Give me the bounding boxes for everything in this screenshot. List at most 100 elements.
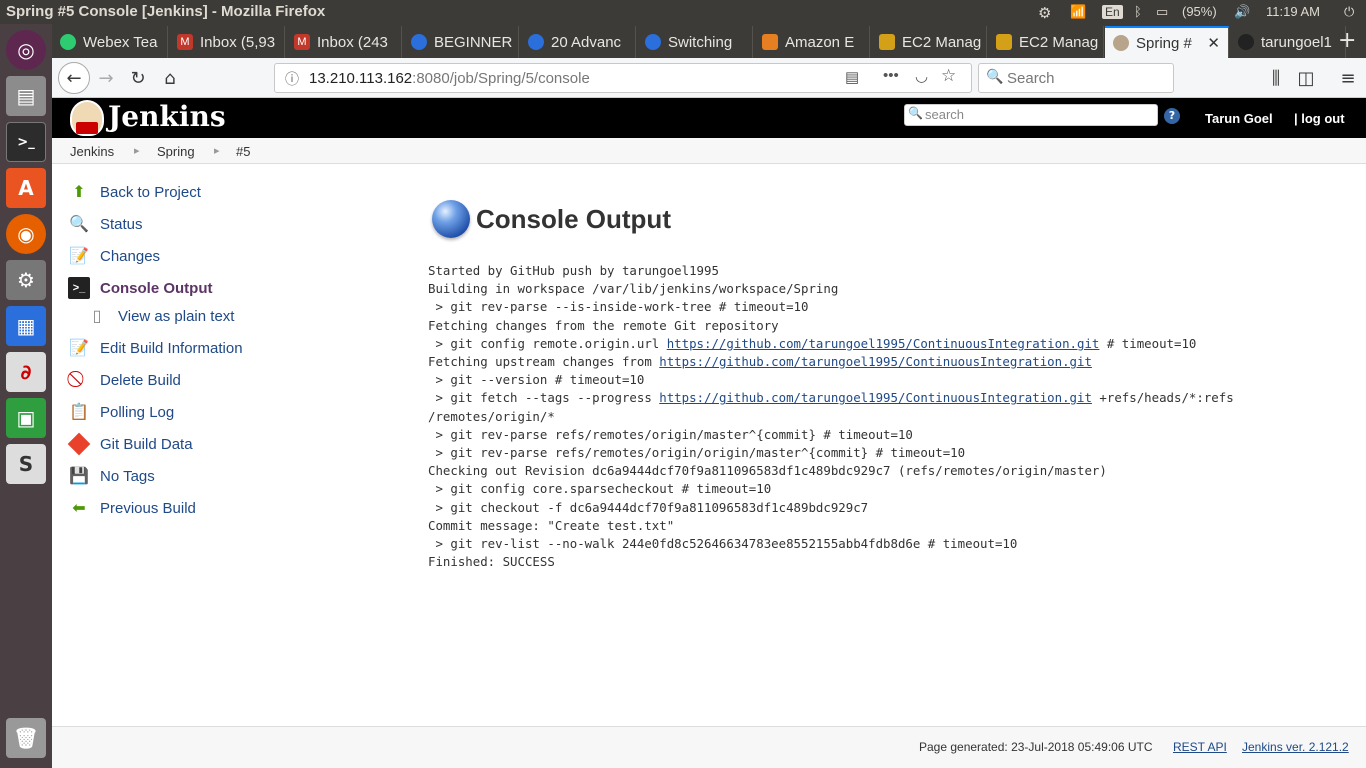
gmail-icon: M	[294, 34, 310, 50]
slack-icon[interactable]: S	[6, 444, 46, 484]
sidebar-item-label: Delete Build	[100, 371, 181, 389]
bookmark-star-icon[interactable]: ☆	[941, 66, 956, 86]
bluetooth-icon[interactable]: ᛒ	[1134, 4, 1142, 19]
notepad-icon: 📝	[69, 340, 89, 357]
sidebar-item-label: Console Output	[100, 279, 213, 297]
browser-tab[interactable]: Webex Tea	[52, 26, 168, 58]
os-top-bar: Spring #5 Console [Jenkins] - Mozilla Fi…	[0, 0, 1366, 24]
sidebar-item-back-to-project[interactable]: ⬆ Back to Project	[68, 180, 201, 204]
breadcrumb-build[interactable]: #5	[236, 144, 250, 159]
console-text: Started by GitHub push by tarungoel1995	[428, 263, 719, 278]
jenkins-version-link[interactable]: Jenkins ver. 2.121.2	[1242, 740, 1349, 754]
jenkins-header: Jenkins search 🔍 ? Tarun Goel | log out	[52, 98, 1366, 138]
console-line: > git config core.sparsecheckout # timeo…	[428, 480, 1328, 498]
browser-tab[interactable]: BEGINNER	[403, 26, 519, 58]
software-center-icon[interactable]: A	[6, 168, 46, 208]
new-tab-button[interactable]: +	[1338, 28, 1356, 53]
repository-link[interactable]: https://github.com/tarungoel1995/Continu…	[659, 390, 1092, 405]
user-link[interactable]: Tarun Goel	[1205, 111, 1273, 126]
firefox-icon[interactable]: ◉	[6, 214, 46, 254]
settings-tray-icon[interactable]: ⚙	[1038, 4, 1051, 22]
page-icon	[528, 34, 544, 50]
language-indicator[interactable]: En	[1102, 4, 1123, 19]
sidebar-item-label: Polling Log	[100, 403, 175, 421]
forward-button[interactable]: →	[92, 64, 120, 92]
sidebar-item-edit-build-information[interactable]: 📝 Edit Build Information	[68, 336, 243, 360]
webex-icon	[60, 34, 76, 50]
back-button[interactable]: ←	[58, 62, 90, 94]
sidebar-item-changes[interactable]: 📝 Changes	[68, 244, 160, 268]
help-icon[interactable]: ?	[1164, 108, 1180, 124]
system-settings-icon[interactable]: ⚙	[6, 260, 46, 300]
console-text: /remotes/origin/*	[428, 408, 555, 424]
jenkins-logo[interactable]: Jenkins	[108, 100, 226, 133]
sidebar-item-delete-build[interactable]: ⃠ Delete Build	[68, 368, 181, 392]
sidebar-item-console-output[interactable]: >_ Console Output	[68, 276, 213, 300]
url-bar[interactable]: ⓘ 13.210.113.162:8080/job/Spring/5/conso…	[274, 63, 972, 93]
tab-label: 20 Advanc	[551, 33, 622, 51]
remote-desktop-icon[interactable]: ▣	[6, 398, 46, 438]
sidebar-item-git-build-data[interactable]: Git Build Data	[67, 432, 193, 456]
launcher: ◎ ▤ >_ A ◉ ⚙ ▦ ∂ ▣ S 🗑	[0, 24, 52, 768]
trash-icon[interactable]: 🗑	[6, 718, 46, 758]
repository-link[interactable]: https://github.com/tarungoel1995/Continu…	[659, 354, 1092, 369]
browser-tab[interactable]: Amazon E	[754, 26, 870, 58]
console-text: Fetching upstream changes from	[428, 354, 660, 370]
no-entry-icon: ⃠	[68, 369, 90, 391]
browser-tab[interactable]: EC2 Manag	[871, 26, 987, 58]
breadcrumb-spring[interactable]: Spring	[157, 144, 195, 159]
console-text: Commit message: "Create test.txt"	[428, 517, 675, 533]
info-icon[interactable]: ⓘ	[285, 69, 299, 89]
rest-api-link[interactable]: REST API	[1173, 740, 1227, 754]
browser-tab[interactable]: tarungoel1	[1230, 26, 1346, 58]
power-icon[interactable]: ⏻	[1344, 4, 1354, 20]
terminal-app-icon[interactable]: >_	[6, 122, 46, 162]
files-icon[interactable]: ▤	[6, 76, 46, 116]
repository-link[interactable]: https://github.com/tarungoel1995/Continu…	[667, 336, 1100, 351]
battery-percent[interactable]: (95%)	[1182, 4, 1217, 19]
sidebar-toggle-icon[interactable]: ◫	[1292, 64, 1320, 92]
document-viewer-icon[interactable]: ∂	[6, 352, 46, 392]
sidebar-item-view-plain-text[interactable]: ▯ View as plain text	[86, 304, 235, 328]
console-orb-icon	[432, 200, 470, 238]
breadcrumb-jenkins[interactable]: Jenkins	[70, 144, 114, 159]
url-host: 13.210.113.162	[309, 69, 413, 87]
sidebar-item-label: Back to Project	[100, 183, 201, 201]
left-arrow-icon: ⬅	[72, 500, 86, 517]
browser-tab-active[interactable]: Spring # ✕	[1105, 26, 1229, 58]
clock[interactable]: 11:19 AM	[1266, 4, 1320, 19]
menu-icon[interactable]: ≡	[1334, 64, 1362, 92]
sidebar-item-no-tags[interactable]: 💾 No Tags	[68, 464, 155, 488]
battery-icon[interactable]: ▭	[1156, 4, 1168, 20]
url-path: :8080/job/Spring/5/console	[412, 69, 590, 87]
page-actions-icon[interactable]: •••	[883, 67, 899, 84]
jenkins-search-input[interactable]: search	[904, 104, 1158, 126]
navigation-bar: ← → ↻ ⌂ ⓘ 13.210.113.162:8080/job/Spring…	[52, 58, 1366, 98]
tab-strip: Webex Tea M Inbox (5,93 M Inbox (243 BEG…	[52, 24, 1366, 58]
jenkins-butler-icon[interactable]	[70, 100, 104, 136]
writer-icon[interactable]: ▦	[6, 306, 46, 346]
sidebar-item-previous-build[interactable]: ⬅ Previous Build	[68, 496, 196, 520]
up-arrow-icon: ⬆	[72, 184, 86, 201]
sidebar-item-status[interactable]: 🔍 Status	[68, 212, 143, 236]
browser-tab[interactable]: M Inbox (5,93	[169, 26, 285, 58]
pocket-icon[interactable]: ◡	[915, 67, 928, 85]
sidebar-item-label: Status	[100, 215, 143, 233]
browser-search-input[interactable]: 🔍 Search	[978, 63, 1174, 93]
home-button[interactable]: ⌂	[156, 64, 184, 92]
volume-icon[interactable]: 🔊	[1234, 4, 1250, 20]
sidebar-item-polling-log[interactable]: 📋 Polling Log	[68, 400, 174, 424]
reader-view-icon[interactable]: ▤	[845, 68, 859, 86]
window-title: Spring #5 Console [Jenkins] - Mozilla Fi…	[6, 3, 326, 20]
browser-tab[interactable]: Switching	[637, 26, 753, 58]
console-line: > git rev-parse refs/remotes/origin/mast…	[428, 426, 1328, 444]
wifi-icon[interactable]: 📶	[1070, 4, 1086, 20]
close-tab-icon[interactable]: ✕	[1207, 34, 1220, 52]
ubuntu-dash-icon[interactable]: ◎	[6, 30, 46, 70]
reload-button[interactable]: ↻	[124, 64, 152, 92]
browser-tab[interactable]: M Inbox (243	[286, 26, 402, 58]
browser-tab[interactable]: 20 Advanc	[520, 26, 636, 58]
browser-tab[interactable]: EC2 Manag	[988, 26, 1104, 58]
library-icon[interactable]: ⫼	[1262, 64, 1290, 92]
logout-link[interactable]: | log out	[1294, 111, 1345, 126]
